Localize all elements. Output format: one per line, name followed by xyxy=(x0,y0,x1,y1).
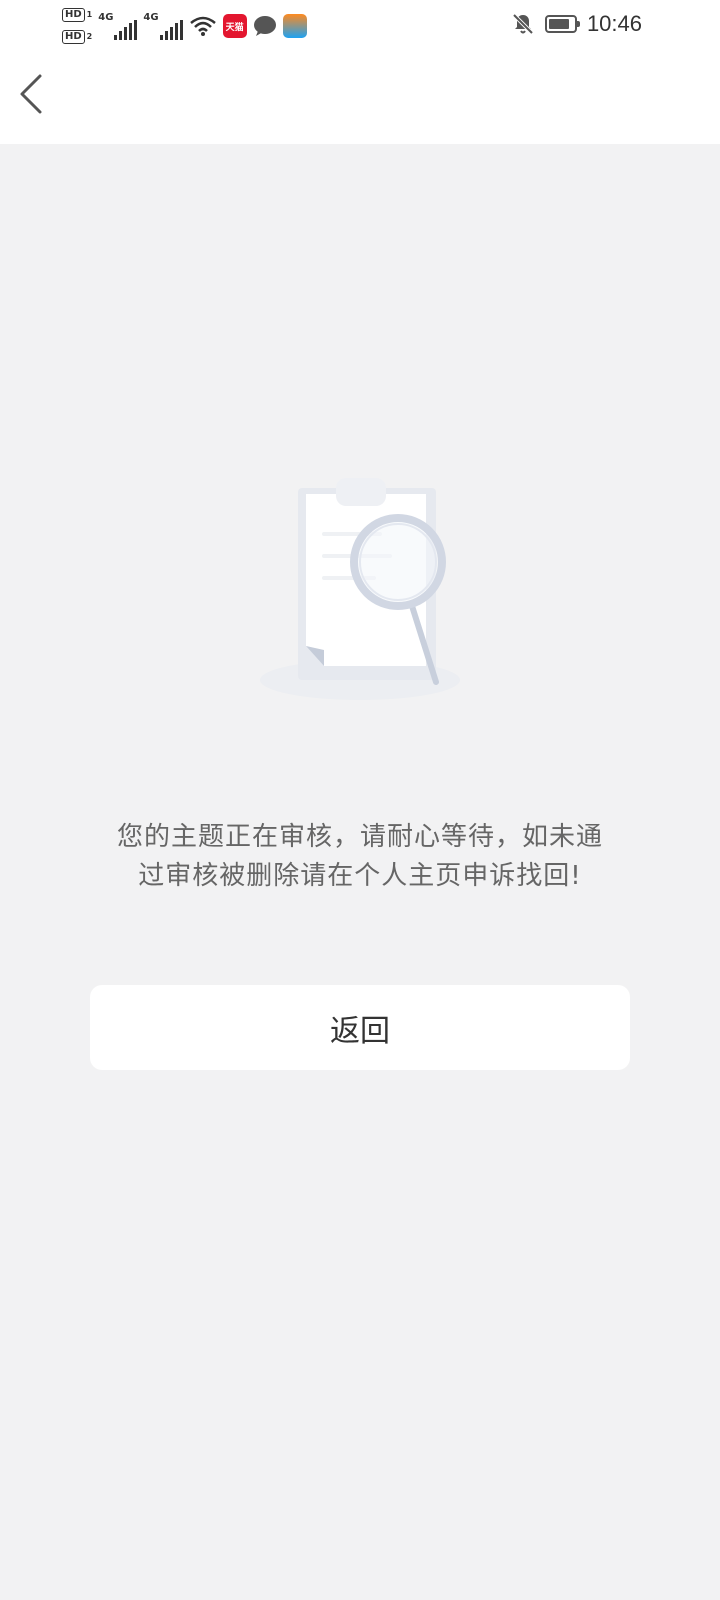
status-bar: HD 1 HD 2 4G 4G 天猫 10:46 xyxy=(0,0,720,48)
battery-fill xyxy=(548,19,569,29)
top-bar: HD 1 HD 2 4G 4G 天猫 10:46 xyxy=(0,0,720,144)
status-bar-left: HD 1 HD 2 4G 4G 天猫 xyxy=(62,6,313,46)
sim2-badge: HD 2 xyxy=(62,30,92,44)
chevron-left-icon[interactable] xyxy=(14,70,54,116)
review-status-message: 您的主题正在审核，请耐心等待，如未通过审核被删除请在个人主页申诉找回! xyxy=(116,822,603,891)
return-button[interactable]: 返回 xyxy=(90,985,630,1070)
signal-icon: 4G xyxy=(98,12,138,40)
network-type-1: 4G xyxy=(98,12,114,23)
sim2-index: 2 xyxy=(86,32,93,41)
sim1-hd-label: HD xyxy=(62,8,85,22)
sim2-hd-label: HD xyxy=(62,30,85,44)
clipboard-magnifier-icon xyxy=(260,478,460,700)
message-icon xyxy=(253,16,276,36)
sim1-badge: HD 1 xyxy=(62,8,92,22)
battery-icon xyxy=(544,15,580,33)
signal-icon: 4G xyxy=(143,12,183,40)
network-type-2: 4G xyxy=(143,12,159,23)
status-bar-right: 10:46 xyxy=(511,8,642,40)
tmall-app-label: 天猫 xyxy=(225,22,244,33)
return-button-label: 返回 xyxy=(330,1013,390,1049)
app-icon xyxy=(282,14,307,38)
tmall-app-icon: 天猫 xyxy=(222,14,247,38)
signal-bars-2 xyxy=(159,20,183,40)
sim1-index: 1 xyxy=(86,10,93,19)
signal-bars-1 xyxy=(114,20,138,40)
screen: HD 1 HD 2 4G 4G 天猫 10:46 您的主题正在审核，请耐心等待，… xyxy=(0,0,720,1600)
status-bar-time: 10:46 xyxy=(586,11,642,36)
sim-indicators: HD 1 HD 2 xyxy=(62,8,92,44)
wifi-icon xyxy=(189,16,216,36)
notifications-muted-icon xyxy=(512,13,534,35)
